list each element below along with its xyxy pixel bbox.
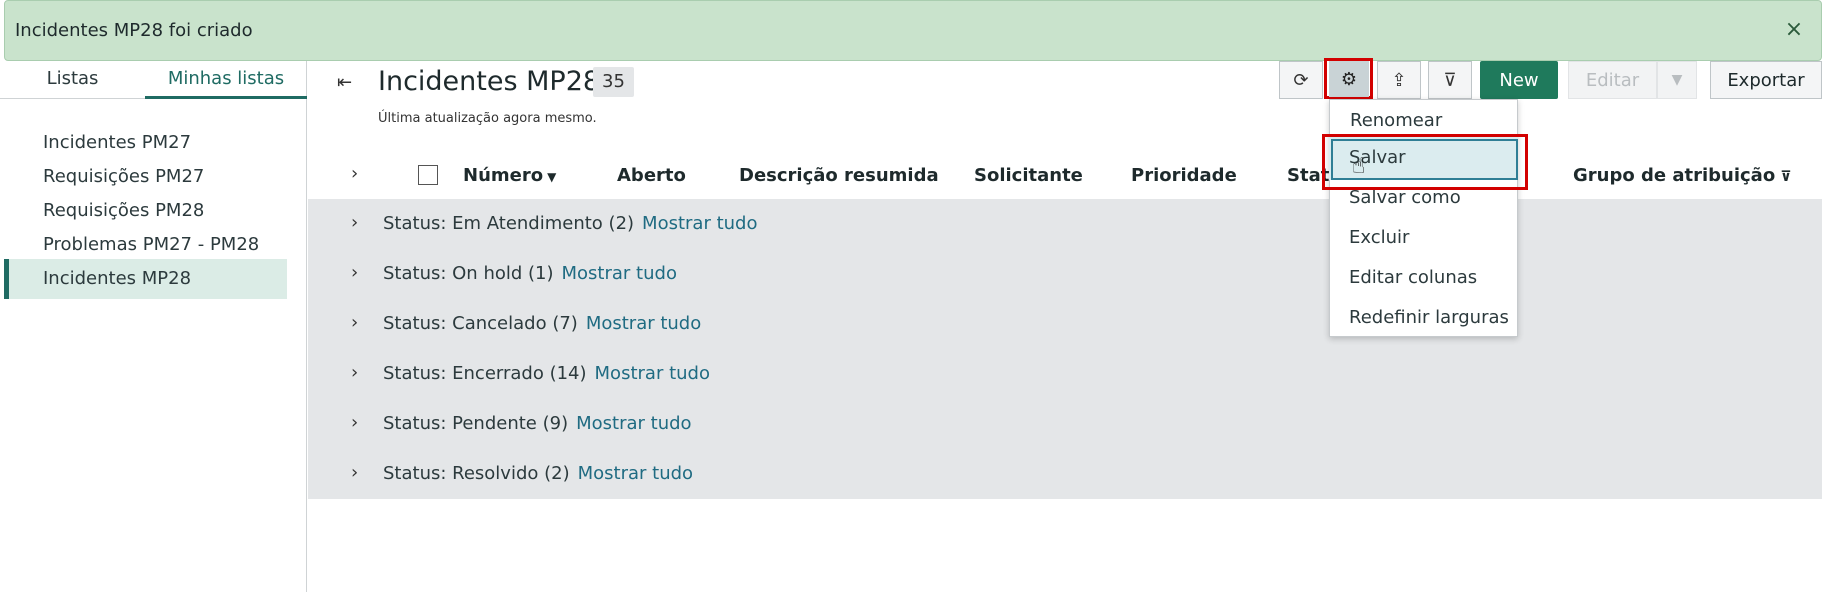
edit-button[interactable]: Editar [1568, 61, 1657, 99]
show-all-link[interactable]: Mostrar tudo [642, 213, 757, 234]
menu-item-redefinir-larguras[interactable]: Redefinir larguras [1349, 307, 1509, 328]
gear-icon: ⚙ [1340, 68, 1358, 90]
chevron-right-icon[interactable]: › [351, 312, 358, 333]
chevron-right-icon[interactable]: › [351, 212, 358, 233]
sidebar-tabs: Listas Minhas listas [0, 61, 307, 99]
group-label: Status: Cancelado (7) Mostrar tudo [383, 313, 702, 334]
close-icon[interactable]: × [1781, 17, 1807, 43]
chevron-right-icon[interactable]: › [351, 362, 358, 383]
column-header-prioridade[interactable]: Prioridade [1131, 165, 1237, 186]
group-row: › Status: Encerrado (14) Mostrar tudo [308, 349, 1822, 399]
filter-icon: ⊽ [1443, 69, 1457, 91]
group-label: Status: Resolvido (2) Mostrar tudo [383, 463, 694, 484]
refresh-button[interactable]: ⟳ [1279, 61, 1323, 99]
filter-button[interactable]: ⊽ [1428, 61, 1472, 99]
share-icon: ⇪ [1391, 69, 1407, 91]
group-label: Status: Pendente (9) Mostrar tudo [383, 413, 692, 434]
export-button[interactable]: Exportar [1710, 61, 1822, 99]
chevron-right-icon[interactable]: › [351, 412, 358, 433]
chevron-right-icon[interactable]: › [351, 462, 358, 483]
group-label: Status: On hold (1) Mostrar tudo [383, 263, 677, 284]
last-updated-text: Última atualização agora mesmo. [378, 111, 597, 126]
tab-listas[interactable]: Listas [0, 68, 145, 99]
show-all-link[interactable]: Mostrar tudo [562, 263, 677, 284]
show-all-link[interactable]: Mostrar tudo [576, 413, 691, 434]
show-all-link[interactable]: Mostrar tudo [595, 363, 710, 384]
group-label: Status: Encerrado (14) Mostrar tudo [383, 363, 710, 384]
group-row: › Status: Resolvido (2) Mostrar tudo [308, 449, 1822, 499]
share-button[interactable]: ⇪ [1377, 61, 1421, 99]
sidebar-item-active[interactable]: Incidentes MP28 [4, 259, 287, 299]
group-label: Status: Em Atendimento (2) Mostrar tudo [383, 213, 758, 234]
page-title: Incidentes MP28 [378, 66, 601, 97]
hand-cursor-icon: ☝ [1352, 154, 1366, 179]
column-header-descricao[interactable]: Descrição resumida [739, 165, 939, 186]
app-root: Incidentes MP28 foi criado × Listas Minh… [0, 0, 1822, 592]
menu-item-editar-colunas[interactable]: Editar colunas [1349, 267, 1477, 288]
new-button[interactable]: New [1480, 61, 1558, 99]
group-row: › Status: On hold (1) Mostrar tudo [308, 249, 1822, 299]
column-label: Número [463, 165, 544, 186]
column-header-numero[interactable]: Número ▼ [463, 165, 556, 186]
collapse-sidebar-icon[interactable]: ⇤ [337, 72, 352, 93]
grouped-list: › Status: Em Atendimento (2) Mostrar tudo… [308, 199, 1822, 499]
group-row: › Status: Pendente (9) Mostrar tudo [308, 399, 1822, 449]
sort-desc-icon: ▼ [547, 170, 557, 184]
select-all-checkbox[interactable] [418, 165, 438, 185]
group-row: › Status: Em Atendimento (2) Mostrar tudo [308, 199, 1822, 249]
column-header-solicitante[interactable]: Solicitante [974, 165, 1083, 186]
sidebar: Listas Minhas listas Incidentes PM27 Req… [0, 61, 307, 592]
refresh-icon: ⟳ [1293, 69, 1309, 91]
column-header-grupo[interactable]: Grupo de atribuição ⊽ [1573, 165, 1792, 186]
expand-all-icon[interactable]: › [351, 163, 358, 184]
banner-message: Incidentes MP28 foi criado [15, 20, 253, 41]
record-count-badge: 35 [593, 67, 634, 97]
filter-icon: ⊽ [1780, 169, 1792, 185]
column-label: Grupo de atribuição [1573, 165, 1776, 186]
settings-button[interactable]: ⚙ [1329, 61, 1369, 97]
success-banner: Incidentes MP28 foi criado × [4, 0, 1822, 61]
column-header-aberto[interactable]: Aberto [617, 165, 686, 186]
menu-item-excluir[interactable]: Excluir [1349, 227, 1409, 248]
menu-item-salvar-como[interactable]: Salvar como [1349, 187, 1461, 208]
chevron-right-icon[interactable]: › [351, 262, 358, 283]
group-row: › Status: Cancelado (7) Mostrar tudo [308, 299, 1822, 349]
tab-minhas-listas[interactable]: Minhas listas [145, 68, 307, 99]
show-all-link[interactable]: Mostrar tudo [586, 313, 701, 334]
chevron-down-icon[interactable]: ▼ [1657, 61, 1697, 99]
show-all-link[interactable]: Mostrar tudo [578, 463, 693, 484]
